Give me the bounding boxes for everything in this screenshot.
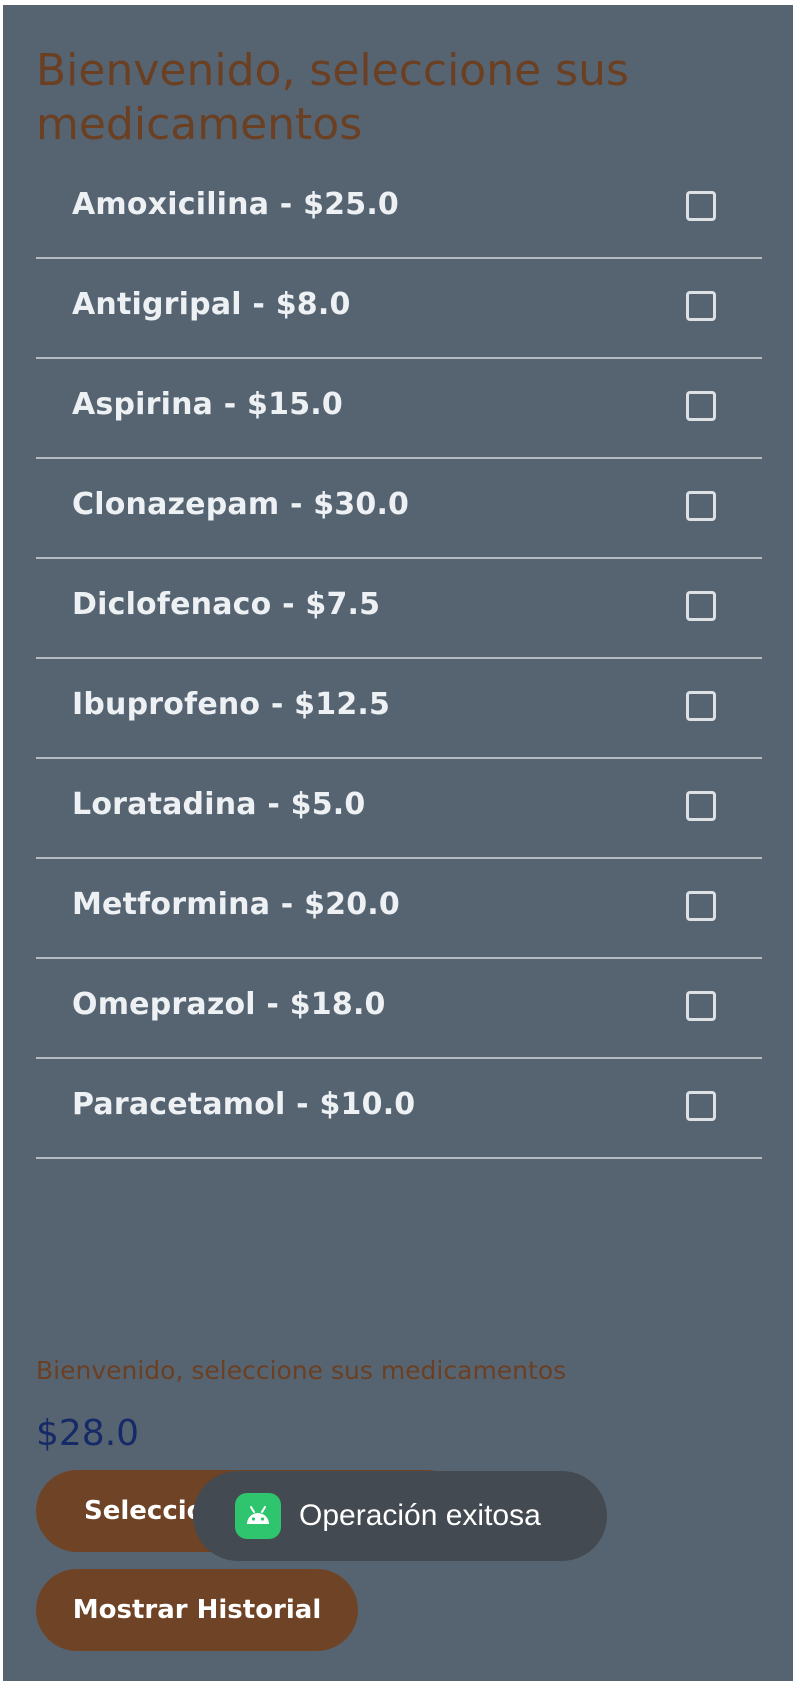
- medication-checkbox[interactable]: [686, 391, 716, 421]
- medication-item-omeprazol[interactable]: Omeprazol - $18.0: [36, 959, 762, 1059]
- medication-label: Loratadina - $5.0: [72, 787, 366, 822]
- toast-message: Operación exitosa: [299, 1499, 541, 1532]
- medication-label: Clonazepam - $30.0: [72, 487, 410, 522]
- medication-item-aspirina[interactable]: Aspirina - $15.0: [36, 359, 762, 459]
- medication-item-antigripal[interactable]: Antigripal - $8.0: [36, 259, 762, 359]
- medication-label: Metformina - $20.0: [72, 887, 400, 922]
- medication-label: Amoxicilina - $25.0: [72, 187, 399, 222]
- medication-checkbox[interactable]: [686, 791, 716, 821]
- medication-item-metformina[interactable]: Metformina - $20.0: [36, 859, 762, 959]
- medication-label: Ibuprofeno - $12.5: [72, 687, 391, 722]
- medication-checkbox[interactable]: [686, 991, 716, 1021]
- medication-checkbox[interactable]: [686, 291, 716, 321]
- show-history-button[interactable]: Mostrar Historial: [36, 1569, 358, 1651]
- medication-item-clonazepam[interactable]: Clonazepam - $30.0: [36, 459, 762, 559]
- medication-label: Omeprazol - $18.0: [72, 987, 386, 1022]
- medication-item-diclofenaco[interactable]: Diclofenaco - $7.5: [36, 559, 762, 659]
- medication-label: Paracetamol - $10.0: [72, 1087, 416, 1122]
- medication-checkbox[interactable]: [686, 491, 716, 521]
- medication-checkbox[interactable]: [686, 591, 716, 621]
- total-amount: $28.0: [36, 1413, 140, 1454]
- medication-label: Antigripal - $8.0: [72, 287, 351, 322]
- android-icon: [235, 1493, 281, 1539]
- medication-item-ibuprofeno[interactable]: Ibuprofeno - $12.5: [36, 659, 762, 759]
- medication-item-loratadina[interactable]: Loratadina - $5.0: [36, 759, 762, 859]
- medication-item-amoxicilina[interactable]: Amoxicilina - $25.0: [36, 159, 762, 259]
- medication-label: Diclofenaco - $7.5: [72, 587, 381, 622]
- toast-notification: Operación exitosa: [193, 1471, 607, 1561]
- medication-label: Aspirina - $15.0: [72, 387, 343, 422]
- medication-list: Amoxicilina - $25.0 Antigripal - $8.0 As…: [36, 159, 762, 1159]
- medication-checkbox[interactable]: [686, 191, 716, 221]
- app-screen: Bienvenido, seleccione sus medicamentos …: [3, 5, 793, 1681]
- page-title: Bienvenido, seleccione sus medicamentos: [36, 45, 629, 150]
- footer-label: Bienvenido, seleccione sus medicamentos: [36, 1356, 567, 1385]
- medication-checkbox[interactable]: [686, 891, 716, 921]
- medication-checkbox[interactable]: [686, 1091, 716, 1121]
- medication-item-paracetamol[interactable]: Paracetamol - $10.0: [36, 1059, 762, 1159]
- medication-checkbox[interactable]: [686, 691, 716, 721]
